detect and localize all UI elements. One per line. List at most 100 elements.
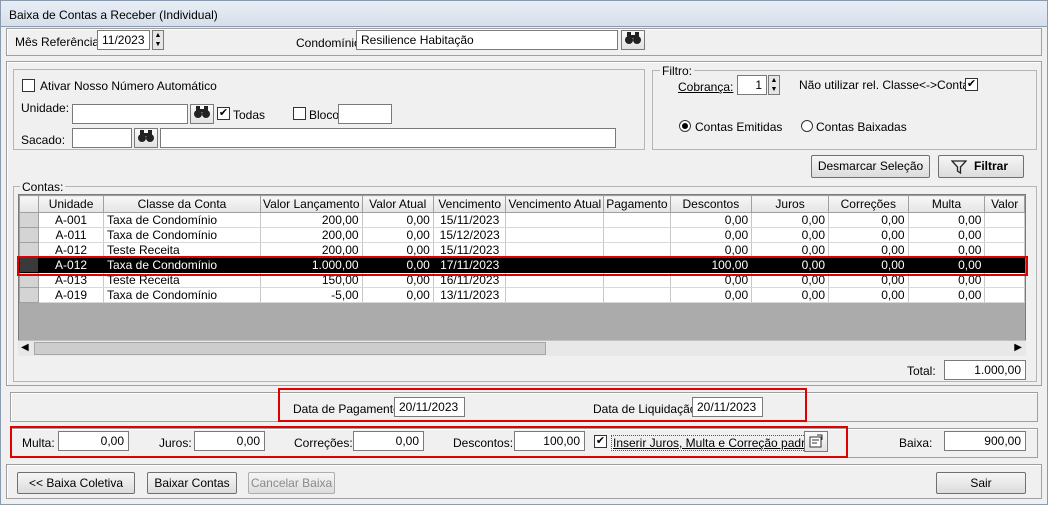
table-cell: 0,00 — [908, 212, 986, 228]
table-cell — [505, 242, 605, 258]
juros-input[interactable]: 0,00 — [194, 431, 265, 451]
table-row[interactable]: A-001 Taxa de Condomínio 200,00 0,00 15/11/2… — [19, 212, 1025, 228]
sacado-search-button[interactable] — [134, 128, 158, 148]
column-header[interactable]: Pagamento — [603, 195, 671, 213]
table-cell: A-001 — [38, 212, 104, 228]
todas-checkbox[interactable]: ✔ — [217, 107, 230, 120]
row-indicator[interactable] — [19, 242, 40, 258]
unidade-input[interactable] — [72, 104, 188, 124]
sair-button[interactable]: Sair — [936, 472, 1026, 494]
mes-referencia-input[interactable]: 11/2023 — [97, 30, 150, 50]
contas-horizontal-scrollbar[interactable]: ◀ ▶ — [18, 340, 1026, 356]
table-cell: 0,00 — [908, 287, 986, 303]
baixar-contas-button[interactable]: Baixar Contas — [147, 472, 237, 494]
scrollbar-thumb[interactable] — [34, 342, 546, 355]
unidade-search-button[interactable] — [190, 104, 214, 124]
table-cell: 200,00 — [260, 212, 363, 228]
bloco-input[interactable] — [338, 104, 392, 124]
table-cell — [505, 212, 605, 228]
multa-input[interactable]: 0,00 — [58, 431, 129, 451]
row-indicator[interactable] — [19, 227, 40, 243]
sacado-code-input[interactable] — [72, 128, 132, 148]
binoculars-icon — [138, 130, 154, 142]
bloco-checkbox[interactable] — [293, 107, 306, 120]
row-indicator[interactable] — [19, 272, 40, 288]
desmarcar-selecao-button[interactable]: Desmarcar Seleção — [811, 155, 930, 178]
table-cell: 0,00 — [751, 287, 829, 303]
table-cell: 0,00 — [828, 257, 909, 273]
table-cell — [984, 257, 1025, 273]
bloco-label: Bloco — [309, 108, 340, 122]
mes-referencia-spinner[interactable]: ▲ ▼ — [152, 30, 164, 50]
contas-legend: Contas: — [20, 180, 66, 194]
data-pagamento-input[interactable]: 20/11/2023 — [394, 397, 465, 417]
nao-utilizar-checkbox[interactable]: ✔ — [965, 78, 978, 91]
inserir-padrao-checkbox[interactable]: ✔ — [594, 435, 607, 448]
table-cell — [603, 272, 671, 288]
table-row[interactable]: A-019 Taxa de Condomínio -5,00 0,00 13/11/20… — [19, 287, 1025, 303]
total-value: 1.000,00 — [944, 360, 1026, 380]
correcoes-input[interactable]: 0,00 — [353, 431, 424, 451]
table-cell: 0,00 — [751, 272, 829, 288]
binoculars-icon — [625, 32, 641, 44]
table-row[interactable]: A-011 Taxa de Condomínio 200,00 0,00 15/12/2… — [19, 227, 1025, 243]
contas-baixadas-radio[interactable] — [801, 120, 813, 132]
row-indicator[interactable] — [19, 212, 40, 228]
column-header[interactable]: Vencimento Atual — [505, 195, 605, 213]
table-row[interactable]: A-013 Teste Receita 150,00 0,00 16/11/2023 0,… — [19, 272, 1025, 288]
table-cell: A-019 — [38, 287, 104, 303]
table-cell — [603, 227, 671, 243]
contas-emitidas-radio[interactable] — [679, 120, 691, 132]
cobranca-input[interactable]: 1 — [737, 75, 767, 95]
table-cell — [505, 287, 605, 303]
properties-button[interactable] — [804, 431, 828, 452]
cobranca-label: Cobrança: — [678, 80, 734, 94]
condominio-input[interactable]: Resilience Habitação — [356, 30, 618, 50]
table-row[interactable]: A-012 Teste Receita 200,00 0,00 15/11/2023 0,… — [19, 242, 1025, 258]
cobranca-spinner[interactable]: ▲ ▼ — [768, 75, 780, 95]
condominio-search-button[interactable] — [621, 30, 645, 50]
correcoes-label: Correções: — [294, 436, 353, 450]
data-liquidacao-input[interactable]: 20/11/2023 — [692, 397, 763, 417]
column-header[interactable]: Unidade — [38, 195, 104, 213]
row-indicator[interactable] — [19, 287, 40, 303]
column-header[interactable]: Vencimento — [432, 195, 507, 213]
baixa-value: 900,00 — [944, 431, 1026, 451]
table-cell: 0,00 — [908, 227, 986, 243]
column-header[interactable]: Classe da Conta — [102, 195, 262, 213]
scroll-left-icon[interactable]: ◀ — [21, 342, 29, 353]
total-label: Total: — [907, 364, 936, 378]
row-indicator[interactable] — [19, 257, 40, 273]
contas-baixadas-label: Contas Baixadas — [816, 120, 907, 134]
column-header[interactable]: Valor — [984, 195, 1025, 213]
column-header[interactable]: Multa — [907, 195, 986, 213]
filtrar-button[interactable]: Filtrar — [938, 155, 1024, 178]
column-header[interactable]: Valor Atual — [361, 195, 434, 213]
table-cell: 1.000,00 — [260, 257, 363, 273]
ativar-nosso-numero-checkbox[interactable] — [22, 79, 35, 92]
column-header[interactable]: Juros — [751, 195, 829, 213]
properties-icon — [809, 434, 823, 448]
table-cell: 0,00 — [362, 287, 434, 303]
descontos-input[interactable]: 100,00 — [514, 431, 585, 451]
cancelar-baixa-button[interactable]: Cancelar Baixa — [248, 472, 335, 494]
sacado-name-input[interactable] — [160, 128, 616, 148]
inserir-padrao-label[interactable]: Inserir Juros, Multa e Correção padrão — [611, 435, 821, 451]
table-cell: 0,00 — [828, 242, 909, 258]
table-row[interactable]: A-012 Taxa de Condomínio 1.000,00 0,00 17/11… — [19, 257, 1025, 273]
column-header[interactable]: Correções — [828, 195, 909, 213]
column-header[interactable]: Descontos — [669, 195, 753, 213]
table-cell — [603, 242, 671, 258]
contas-emitidas-label: Contas Emitidas — [695, 120, 783, 134]
table-cell: 16/11/2023 — [433, 272, 507, 288]
baixa-coletiva-button[interactable]: << Baixa Coletiva — [17, 472, 135, 494]
column-header-indicator[interactable] — [19, 195, 40, 213]
table-cell: 17/11/2023 — [433, 257, 507, 273]
table-cell: Teste Receita — [103, 242, 262, 258]
table-cell — [505, 227, 605, 243]
column-header[interactable]: Valor Lançamento — [260, 195, 363, 213]
table-cell: 0,00 — [908, 272, 986, 288]
scroll-right-icon[interactable]: ▶ — [1014, 342, 1022, 353]
table-cell — [505, 257, 605, 273]
table-cell: 0,00 — [362, 272, 434, 288]
